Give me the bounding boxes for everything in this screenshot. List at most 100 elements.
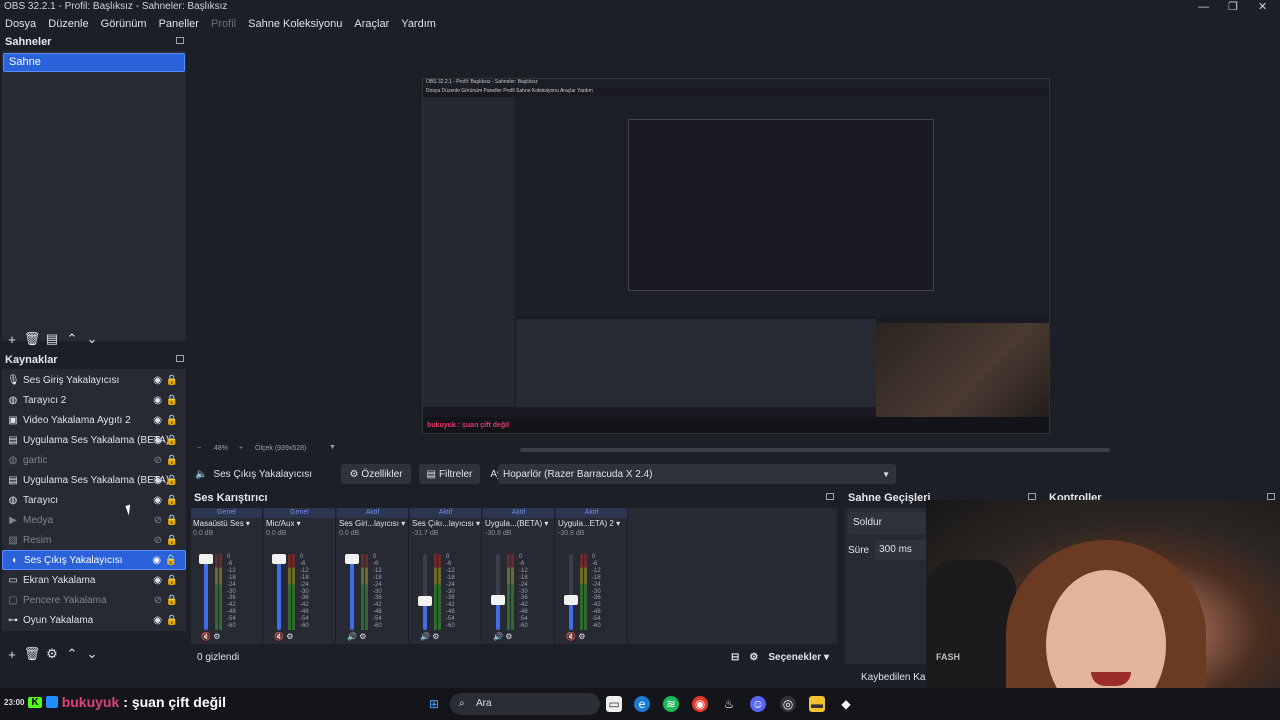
- eye-icon[interactable]: ◉: [153, 575, 162, 586]
- lock-icon[interactable]: 🔒: [166, 595, 178, 606]
- settings-icon[interactable]: ⚙: [432, 632, 439, 641]
- menu-scene-collection[interactable]: Sahne Koleksiyonu: [248, 18, 342, 30]
- source-item[interactable]: ▶ Medya ⊘ 🔒: [2, 510, 186, 530]
- menu-docks[interactable]: Paneller: [159, 18, 199, 30]
- source-item[interactable]: 🎙 Ses Giriş Yakalayıcısı ◉ 🔒: [2, 370, 186, 390]
- vscode-icon[interactable]: ◆: [838, 696, 854, 712]
- lock-icon[interactable]: 🔒: [165, 555, 177, 566]
- spotify-icon[interactable]: ≋: [663, 696, 679, 712]
- gear-icon[interactable]: ⚙: [45, 646, 59, 661]
- source-item[interactable]: ◍ Tarayıcı ◉ 🔒: [2, 490, 186, 510]
- folder-icon[interactable]: ▬: [809, 696, 825, 712]
- add-icon[interactable]: +: [5, 332, 19, 347]
- chevron-up-icon[interactable]: ⌃: [65, 331, 79, 346]
- float-icon[interactable]: [1267, 493, 1275, 500]
- source-item[interactable]: ▤ Uygulama Ses Yakalama (BETA) ◉ 🔒: [2, 470, 186, 490]
- obs-icon[interactable]: ◎: [780, 696, 796, 712]
- channel-name[interactable]: Ses Çıkı...layıcısı ▾: [410, 518, 481, 530]
- source-item[interactable]: ◖ Ses Çıkış Yakalayıcısı ◉ 🔒: [2, 550, 186, 570]
- menu-file[interactable]: Dosya: [5, 18, 36, 30]
- source-item[interactable]: ▤ Uygulama Ses Yakalama (BETA) ◉ 🔒: [2, 430, 186, 450]
- source-item[interactable]: ⊶ Oyun Yakalama ◉ 🔒: [2, 610, 186, 630]
- volume-slider[interactable]: [423, 554, 427, 630]
- source-item[interactable]: ▭ Ekran Yakalama ◉ 🔒: [2, 570, 186, 590]
- filters-button[interactable]: ▤ Filtreler: [418, 464, 481, 484]
- eye-icon[interactable]: ◉: [153, 395, 162, 406]
- eye-icon[interactable]: ◉: [152, 555, 161, 566]
- settings-icon[interactable]: ⚙: [359, 632, 366, 641]
- volume-handle[interactable]: [272, 554, 286, 564]
- lock-icon[interactable]: 🔒: [166, 515, 178, 526]
- chevron-up-icon[interactable]: ⌃: [65, 646, 79, 661]
- settings-icon[interactable]: ⚙: [749, 652, 758, 663]
- muted-icon[interactable]: 🔇: [201, 632, 211, 641]
- float-icon[interactable]: [826, 493, 834, 500]
- lock-icon[interactable]: 🔒: [166, 475, 178, 486]
- chevron-down-icon[interactable]: ⌄: [85, 331, 99, 346]
- lock-icon[interactable]: 🔒: [166, 575, 178, 586]
- lock-icon[interactable]: 🔒: [166, 435, 178, 446]
- volume-icon[interactable]: 🔊: [493, 632, 503, 641]
- eye-icon[interactable]: ◉: [153, 475, 162, 486]
- discord-icon[interactable]: ☺: [750, 696, 766, 712]
- volume-handle[interactable]: [345, 554, 359, 564]
- menu-edit[interactable]: Düzenle: [48, 18, 88, 30]
- eye-hidden-icon[interactable]: ⊘: [154, 595, 162, 606]
- volume-slider[interactable]: [569, 554, 573, 630]
- source-item[interactable]: ▣ Video Yakalama Aygıtı 2 ◉ 🔒: [2, 410, 186, 430]
- taskview-icon[interactable]: ▭: [606, 696, 622, 712]
- preview-canvas[interactable]: OBS 32.2.1 - Profil: Başlıksız - Sahnele…: [422, 78, 1050, 434]
- muted-icon[interactable]: 🔇: [274, 632, 284, 641]
- volume-handle[interactable]: [491, 594, 505, 605]
- volume-handle[interactable]: [418, 596, 432, 607]
- lock-icon[interactable]: 🔒: [166, 535, 178, 546]
- settings-icon[interactable]: ⚙: [213, 632, 220, 641]
- float-icon[interactable]: [176, 37, 184, 44]
- add-icon[interactable]: +: [5, 647, 19, 662]
- channel-name[interactable]: Masaüstü Ses ▾: [191, 518, 262, 530]
- eye-hidden-icon[interactable]: ⊘: [154, 455, 162, 466]
- preview-scrollbar[interactable]: [520, 448, 1110, 452]
- scene-item[interactable]: Sahne: [3, 53, 185, 72]
- channel-name[interactable]: Uygula...(BETA) ▾: [483, 518, 554, 530]
- volume-slider[interactable]: [277, 554, 281, 630]
- chevron-down-icon[interactable]: ⌄: [85, 646, 99, 661]
- lock-icon[interactable]: 🔒: [166, 615, 178, 626]
- volume-handle[interactable]: [564, 594, 578, 605]
- trash-icon[interactable]: 🗑: [24, 646, 41, 661]
- close-button[interactable]: ✕: [1258, 0, 1267, 14]
- windows-start-icon[interactable]: ⊞: [426, 696, 442, 712]
- lock-icon[interactable]: 🔒: [166, 395, 178, 406]
- layout-icon[interactable]: ⊟: [731, 652, 739, 663]
- volume-slider[interactable]: [350, 554, 354, 630]
- muted-icon[interactable]: 🔇: [566, 632, 576, 641]
- zoom-out-icon[interactable]: −: [197, 445, 201, 452]
- eye-icon[interactable]: ◉: [153, 435, 162, 446]
- options-button[interactable]: Seçenekler ▾: [768, 652, 829, 663]
- lock-icon[interactable]: 🔒: [166, 375, 178, 386]
- settings-icon[interactable]: ⚙: [286, 632, 293, 641]
- lock-icon[interactable]: 🔒: [166, 495, 178, 506]
- eye-hidden-icon[interactable]: ⊘: [154, 535, 162, 546]
- channel-name[interactable]: Ses Giri...layıcısı ▾: [337, 518, 408, 530]
- zoom-in-icon[interactable]: +: [239, 445, 243, 452]
- volume-slider[interactable]: [496, 554, 500, 630]
- device-select[interactable]: Hoparlör (Razer Barracuda X 2.4) ▼: [498, 464, 896, 484]
- source-item[interactable]: ◍ gartic ⊘ 🔒: [2, 450, 186, 470]
- source-item[interactable]: ◍ Tarayıcı 2 ◉ 🔒: [2, 390, 186, 410]
- maximize-button[interactable]: ❐: [1228, 0, 1238, 14]
- edge-icon[interactable]: e: [634, 696, 650, 712]
- steam-icon[interactable]: ♨: [721, 696, 737, 712]
- channel-name[interactable]: Mic/Aux ▾: [264, 518, 335, 530]
- volume-icon[interactable]: 🔊: [347, 632, 357, 641]
- scale-dropdown-icon[interactable]: ▼: [329, 444, 336, 451]
- lock-icon[interactable]: 🔒: [166, 415, 178, 426]
- trash-icon[interactable]: 🗑: [24, 331, 41, 346]
- eye-icon[interactable]: ◉: [153, 615, 162, 626]
- chrome-icon[interactable]: ◉: [692, 696, 708, 712]
- eye-icon[interactable]: ◉: [153, 375, 162, 386]
- menu-profile[interactable]: Profil: [211, 18, 236, 30]
- taskbar-search[interactable]: ⌕ Ara: [450, 693, 600, 715]
- minimize-button[interactable]: —: [1198, 0, 1209, 14]
- eye-icon[interactable]: ◉: [153, 415, 162, 426]
